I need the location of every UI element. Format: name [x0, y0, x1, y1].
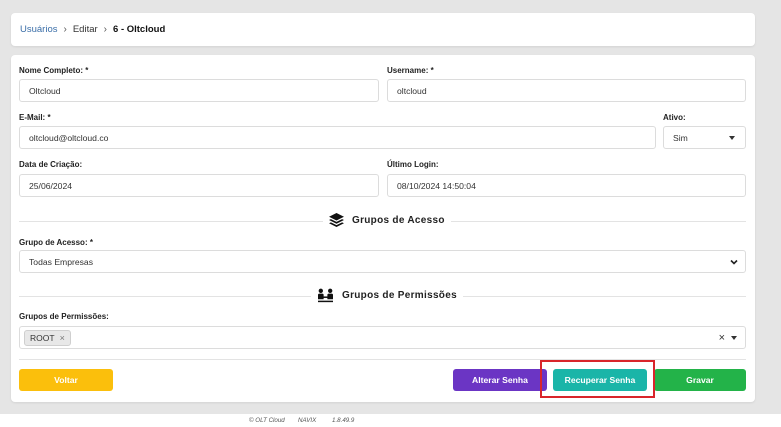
- breadcrumb-card: Usuários › Editar › 6 - Oltcloud: [11, 13, 755, 46]
- footer-brand: NAVIX: [298, 417, 317, 424]
- grupos-permissoes-multiselect[interactable]: ROOT × ×: [19, 326, 746, 349]
- email-input[interactable]: oltcloud@oltcloud.co: [19, 126, 656, 149]
- caret-down-icon: [729, 136, 735, 140]
- grupos-permissoes-label: Grupos de Permissões:: [19, 312, 109, 321]
- footer-version: 1.8.49.9: [332, 417, 355, 424]
- email-label: E-Mail: *: [19, 113, 51, 122]
- section-grupos-permissoes: Grupos de Permissões: [311, 288, 463, 303]
- ativo-select[interactable]: Sim: [663, 126, 746, 149]
- grupo-acesso-value: Todas Empresas: [29, 256, 94, 267]
- highlight-box: [540, 360, 655, 398]
- user-form-card: Nome Completo: * Oltcloud Username: * ol…: [11, 55, 755, 402]
- permission-tag-root: ROOT ×: [24, 329, 71, 346]
- data-criacao-input[interactable]: 25/06/2024: [19, 174, 379, 197]
- users-group-icon: [318, 288, 333, 303]
- caret-down-icon[interactable]: [731, 336, 737, 340]
- nome-completo-label: Nome Completo: *: [19, 66, 89, 75]
- breadcrumb-editar: Editar: [72, 24, 98, 35]
- username-input[interactable]: oltcloud: [387, 79, 746, 102]
- section-grupos-acesso-title: Grupos de Acesso: [352, 214, 445, 226]
- permission-tag-label: ROOT: [30, 332, 55, 343]
- breadcrumb: Usuários › Editar › 6 - Oltcloud: [20, 24, 165, 35]
- nome-completo-input[interactable]: Oltcloud: [19, 79, 379, 102]
- ativo-label: Ativo:: [663, 113, 686, 122]
- footer: © OLT Cloud NAVIX 1.8.49.9: [0, 414, 781, 427]
- grupo-acesso-label: Grupo de Acesso: *: [19, 238, 93, 247]
- section-grupos-acesso: Grupos de Acesso: [323, 213, 451, 227]
- username-label: Username: *: [387, 66, 434, 75]
- ativo-select-value: Sim: [673, 132, 688, 143]
- clear-all-icon[interactable]: ×: [719, 332, 725, 344]
- chevron-right-icon: ›: [103, 24, 108, 35]
- voltar-button[interactable]: Voltar: [19, 369, 113, 391]
- breadcrumb-current: 6 - Oltcloud: [113, 24, 166, 35]
- layers-icon: [329, 213, 344, 227]
- footer-copyright: © OLT Cloud: [249, 417, 285, 424]
- gravar-button[interactable]: Gravar: [654, 369, 746, 391]
- remove-tag-icon[interactable]: ×: [60, 333, 65, 343]
- chevron-right-icon: ›: [63, 24, 67, 35]
- grupo-acesso-select[interactable]: Todas Empresas: [19, 250, 746, 273]
- breadcrumb-usuarios-link[interactable]: Usuários: [20, 24, 58, 35]
- chevron-down-icon: [730, 259, 738, 265]
- data-criacao-label: Data de Criação:: [19, 160, 83, 169]
- section-grupos-permissoes-title: Grupos de Permissões: [342, 290, 457, 301]
- ultimo-login-label: Último Login:: [387, 160, 439, 169]
- alterar-senha-button[interactable]: Alterar Senha: [453, 369, 547, 391]
- ultimo-login-input[interactable]: 08/10/2024 14:50:04: [387, 174, 746, 197]
